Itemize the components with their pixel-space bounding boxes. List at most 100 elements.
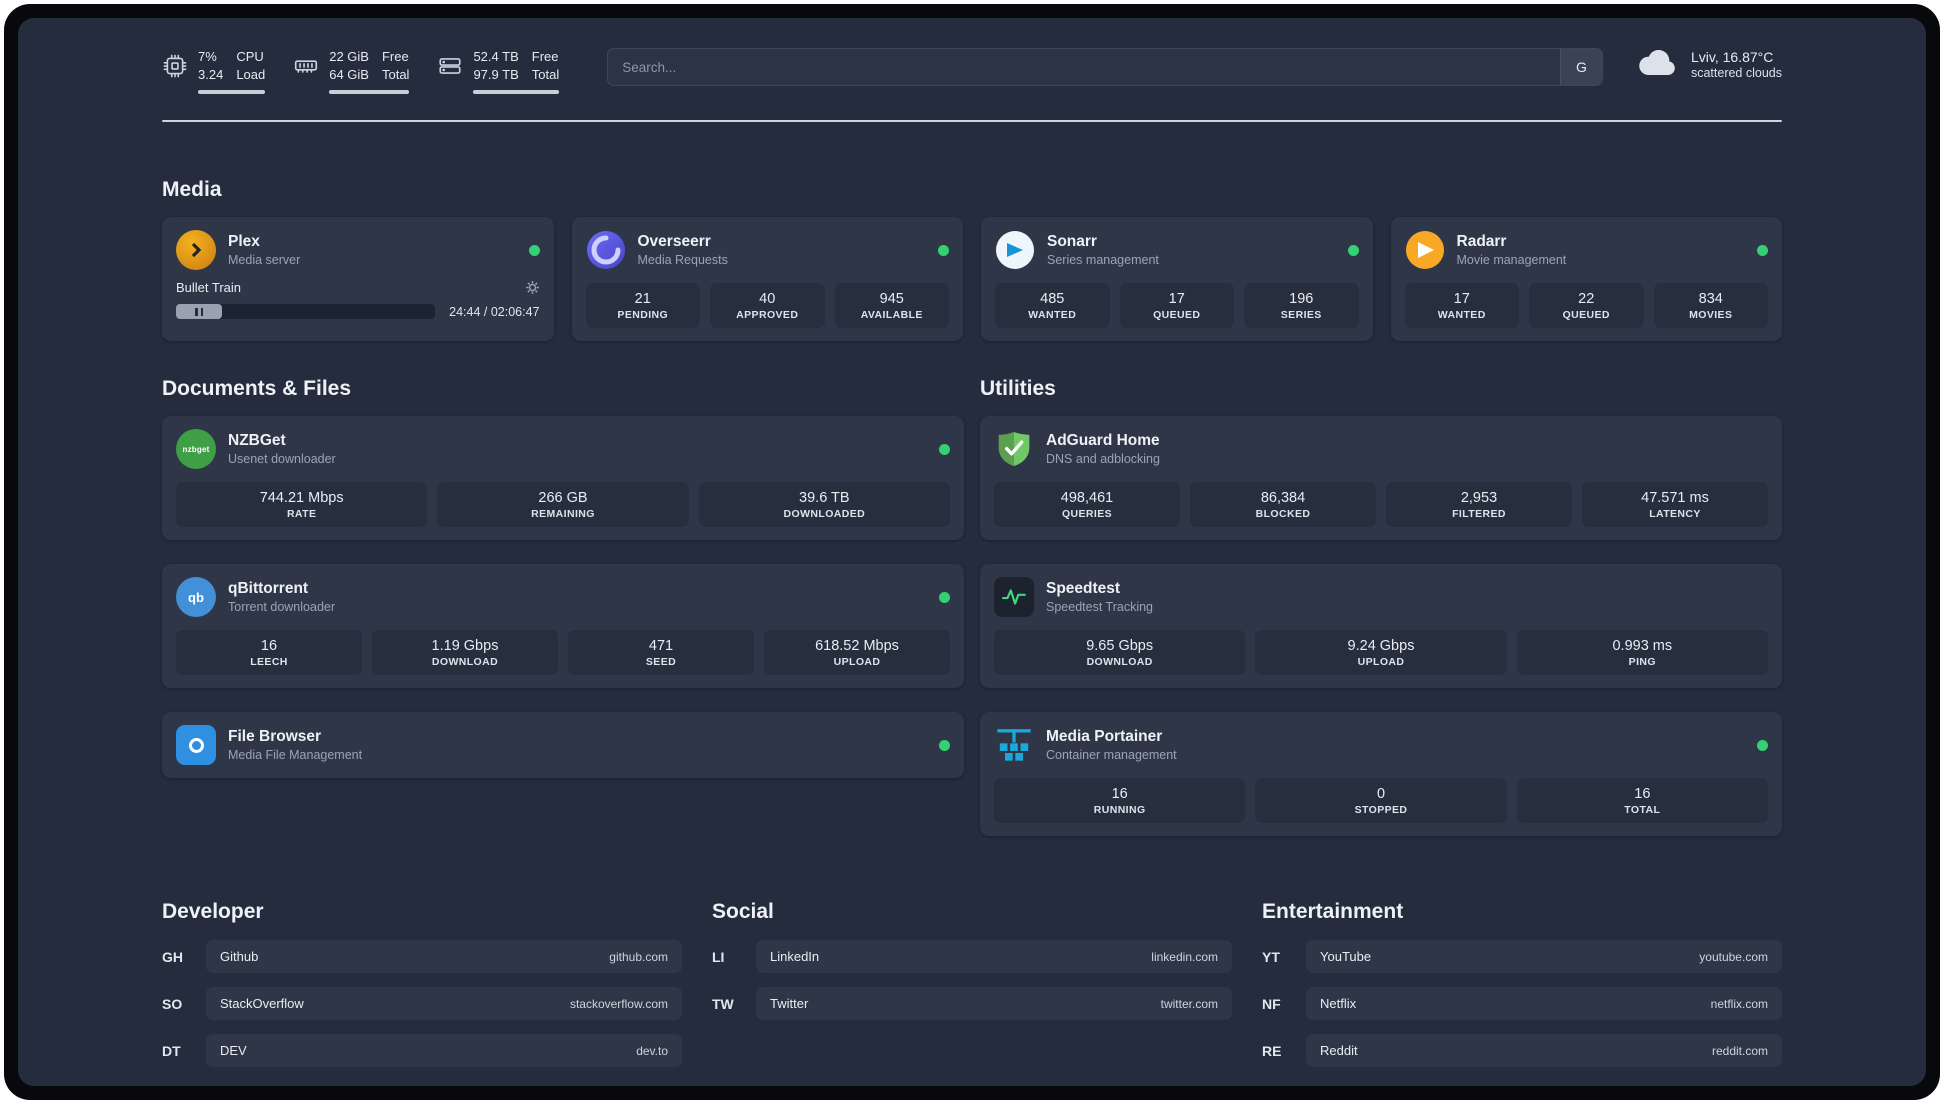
topbar: 7% 3.24 CPU Load 22 GiB 64 GiB Free Tota… [162, 48, 1782, 95]
cloud-icon [1637, 49, 1679, 80]
bookmark-github[interactable]: GH Github github.com [162, 940, 682, 974]
bookmark-name: YouTube [1320, 949, 1372, 965]
bookmark-youtube[interactable]: YT YouTube youtube.com [1262, 940, 1782, 974]
bookmark-url: dev.to [636, 1043, 668, 1058]
media-card-grid: Plex Media server Bullet Train 24:44 / 0… [162, 217, 1782, 342]
plex-icon [176, 230, 216, 271]
overseerr-stat-available: 945 AVAILABLE [834, 283, 949, 329]
app-card-overseerr[interactable]: Overseerr Media Requests 21 PENDING 40 A… [571, 217, 963, 342]
disk-free-label: Free [531, 49, 559, 64]
ram-free-label: Free [381, 49, 409, 64]
weather-widget[interactable]: Lviv, 16.87°C scattered clouds [1637, 49, 1782, 80]
utilities-column: Utilities AdGuard Home DNS and adblockin… [980, 377, 1782, 837]
app-card-filebrowser[interactable]: File Browser Media File Management [162, 712, 964, 779]
app-desc: Container management [1046, 748, 1177, 763]
portainer-stat-stopped: 0 STOPPED [1255, 778, 1507, 824]
app-card-nzbget[interactable]: nzbget NZBGet Usenet downloader 744.21 M… [162, 416, 964, 541]
bookmark-url: stackoverflow.com [569, 996, 668, 1011]
bookmark-url: youtube.com [1699, 949, 1768, 964]
app-desc: Media File Management [228, 748, 363, 763]
portainer-stat-total: 16 TOTAL [1516, 778, 1768, 824]
dashboard: 7% 3.24 CPU Load 22 GiB 64 GiB Free Tota… [18, 18, 1926, 1086]
qbittorrent-icon: qb [176, 577, 216, 618]
portainer-icon [994, 725, 1034, 765]
search-bar: G [607, 48, 1603, 86]
app-card-radarr[interactable]: Radarr Movie management 17 WANTED 22 QUE… [1390, 217, 1782, 342]
documents-column: Documents & Files nzbget NZBGet Usenet d… [162, 377, 964, 779]
status-dot [1757, 739, 1768, 751]
app-card-qbittorrent[interactable]: qb qBittorrent Torrent downloader 16 LEE… [162, 564, 964, 689]
app-name: Plex [228, 233, 260, 251]
adguard-stat-latency: 47.571 ms LATENCY [1582, 482, 1768, 528]
app-name: NZBGet [228, 432, 286, 450]
search-engine-button[interactable]: G [1559, 49, 1602, 85]
ram-free-value: 22 GiB [329, 49, 369, 64]
adguard-stat-queries: 498,461 QUERIES [994, 482, 1180, 528]
app-name: AdGuard Home [1046, 432, 1160, 450]
status-dot [939, 443, 950, 455]
topbar-divider [162, 120, 1782, 123]
bookmark-name: Github [220, 949, 259, 965]
app-card-portainer[interactable]: Media Portainer Container management 16 … [980, 712, 1782, 837]
app-card-sonarr[interactable]: Sonarr Series management 485 WANTED 17 Q… [981, 217, 1373, 342]
bookmark-name: LinkedIn [770, 949, 820, 965]
bookmark-url: netflix.com [1710, 996, 1768, 1011]
status-dot [1347, 244, 1359, 256]
bookmark-reddit[interactable]: RE Reddit reddit.com [1262, 1034, 1782, 1068]
bookmark-twitter[interactable]: TW Twitter twitter.com [712, 987, 1232, 1021]
bookmark-linkedin[interactable]: LI LinkedIn linkedin.com [712, 940, 1232, 974]
bookmark-url: github.com [609, 949, 668, 964]
app-name: Speedtest [1046, 580, 1121, 598]
app-card-plex[interactable]: Plex Media server Bullet Train 24:44 / 0… [162, 217, 554, 342]
bookmark-name: Netflix [1320, 996, 1357, 1012]
speedtest-stat-download: 9.65 Gbps DOWNLOAD [994, 630, 1246, 676]
bookmark-abbr: GH [162, 948, 183, 965]
app-desc: DNS and adblocking [1046, 452, 1160, 467]
app-desc: Media Requests [637, 253, 728, 268]
bookmark-abbr: TW [712, 995, 734, 1012]
cpu-usage-percent: 7% [198, 49, 217, 64]
bookmark-stackoverflow[interactable]: SO StackOverflow stackoverflow.com [162, 987, 682, 1021]
playback-progress-bar[interactable] [176, 304, 436, 320]
cpu-widget: 7% 3.24 CPU Load [162, 48, 266, 95]
bookmark-abbr: LI [712, 948, 725, 965]
status-dot [939, 591, 950, 603]
bookmark-url: linkedin.com [1151, 949, 1218, 964]
bookmark-dev[interactable]: DT DEV dev.to [162, 1034, 682, 1068]
qbittorrent-stat-download: 1.19 Gbps DOWNLOAD [372, 630, 558, 676]
status-dot [1757, 244, 1768, 256]
overseerr-icon [586, 230, 626, 270]
bookmark-abbr: NF [1262, 995, 1281, 1012]
app-name: qBittorrent [228, 580, 309, 598]
cpu-icon [162, 53, 188, 79]
disk-icon [437, 53, 463, 79]
pause-icon[interactable] [176, 304, 222, 320]
search-input[interactable] [608, 59, 1560, 75]
bookmark-name: DEV [220, 1043, 247, 1059]
qbittorrent-stat-upload: 618.52 Mbps UPLOAD [764, 630, 950, 676]
portainer-stat-running: 16 RUNNING [994, 778, 1246, 824]
ram-usage-bar [329, 90, 410, 95]
radarr-stat-movies: 834 MOVIES [1653, 283, 1768, 329]
now-playing-title: Bullet Train [176, 280, 242, 296]
overseerr-stat-approved: 40 APPROVED [710, 283, 825, 329]
bookmark-netflix[interactable]: NF Netflix netflix.com [1262, 987, 1782, 1021]
qbittorrent-stat-seed: 471 SEED [568, 630, 754, 676]
social-bookmarks: Social LI LinkedIn linkedin.com TW Twitt… [712, 900, 1232, 1067]
section-title-utilities: Utilities [980, 377, 1056, 401]
nzbget-stat-rate: 744.21 Mbps RATE [176, 482, 428, 528]
status-dot [938, 244, 949, 256]
bookmark-name: Reddit [1320, 1043, 1358, 1059]
disk-free-value: 52.4 TB [473, 49, 519, 64]
app-name: Overseerr [637, 233, 711, 251]
gear-icon[interactable] [525, 280, 540, 295]
app-card-adguard[interactable]: AdGuard Home DNS and adblocking 498,461 … [980, 416, 1782, 541]
app-desc: Speedtest Tracking [1046, 600, 1154, 615]
bookmark-url: twitter.com [1160, 996, 1218, 1011]
app-desc: Usenet downloader [228, 452, 336, 467]
adguard-stat-blocked: 86,384 BLOCKED [1190, 482, 1376, 528]
cpu-load-value: 3.24 [198, 66, 224, 82]
disk-widget: 52.4 TB 97.9 TB Free Total [437, 48, 560, 95]
app-card-speedtest[interactable]: Speedtest Speedtest Tracking 9.65 Gbps D… [980, 564, 1782, 689]
disk-total-label: Total [531, 66, 560, 82]
